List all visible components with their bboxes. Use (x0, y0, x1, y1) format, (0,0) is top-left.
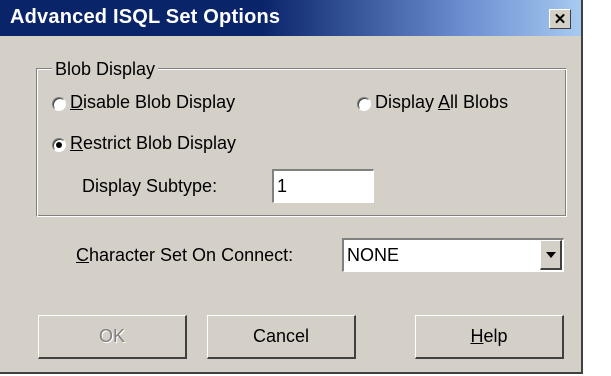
display-subtype-input[interactable]: 1 (272, 169, 374, 203)
radio-button-icon[interactable] (52, 138, 66, 152)
help-button[interactable]: Help (415, 315, 564, 359)
radio-button-icon[interactable] (357, 97, 371, 111)
title-bar[interactable]: Advanced ISQL Set Options ✕ (0, 0, 581, 36)
radio-disable-blob-display-label[interactable]: Disable Blob Display (70, 92, 235, 113)
display-subtype-label: Display Subtype: (82, 176, 218, 196)
character-set-select[interactable]: NONE (342, 238, 564, 272)
character-set-label: Character Set On Connect: (76, 245, 294, 265)
advanced-isql-dialog: Advanced ISQL Set Options ✕ Blob Display… (0, 0, 583, 374)
radio-button-icon[interactable] (52, 97, 66, 111)
cancel-button[interactable]: Cancel (207, 315, 356, 359)
close-button[interactable]: ✕ (549, 9, 571, 29)
ok-button[interactable]: OK (38, 315, 187, 359)
window-title: Advanced ISQL Set Options (10, 6, 281, 28)
close-icon: ✕ (553, 10, 567, 28)
chevron-down-icon[interactable] (540, 240, 562, 270)
radio-restrict-blob-display-label[interactable]: Restrict Blob Display (70, 133, 236, 154)
blob-display-group-label: Blob Display (52, 59, 159, 80)
radio-display-all-blobs-label[interactable]: Display All Blobs (375, 92, 508, 113)
